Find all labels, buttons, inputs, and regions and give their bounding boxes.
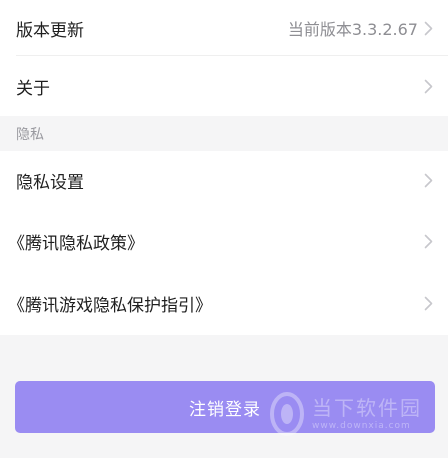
chevron-right-icon (422, 171, 434, 191)
tencent-game-privacy-guide-label: 《腾讯游戏隐私保护指引》 (8, 296, 212, 316)
tencent-privacy-policy-label: 《腾讯隐私政策》 (8, 233, 144, 254)
privacy-settings-group: 隐私设置 《腾讯隐私政策》 《腾讯游戏隐私保护指引》 (0, 151, 448, 335)
privacy-settings-row[interactable]: 隐私设置 (0, 151, 448, 210)
tencent-privacy-policy-row[interactable]: 《腾讯隐私政策》 (0, 210, 448, 272)
logout-container: 注销登录 (15, 381, 435, 433)
privacy-settings-label: 隐私设置 (16, 173, 84, 193)
tencent-game-privacy-guide-row[interactable]: 《腾讯游戏隐私保护指引》 (0, 272, 448, 335)
current-version-value: 当前版本3.3.2.67 (287, 20, 418, 39)
logout-button[interactable]: 注销登录 (15, 381, 435, 433)
general-settings-group: 版本更新 当前版本3.3.2.67 关于 (0, 0, 448, 116)
chevron-right-icon (422, 294, 434, 314)
chevron-right-icon (422, 76, 434, 96)
about-label: 关于 (16, 78, 50, 99)
about-row[interactable]: 关于 (0, 56, 448, 116)
settings-screen: 版本更新 当前版本3.3.2.67 关于 隐私 隐私设置 《腾讯隐私政策》 《腾… (0, 0, 448, 458)
version-update-label: 版本更新 (16, 20, 84, 41)
version-update-row[interactable]: 版本更新 当前版本3.3.2.67 (0, 0, 448, 56)
chevron-right-icon (422, 231, 434, 251)
chevron-right-icon (422, 18, 434, 38)
privacy-section-header: 隐私 (0, 116, 448, 151)
